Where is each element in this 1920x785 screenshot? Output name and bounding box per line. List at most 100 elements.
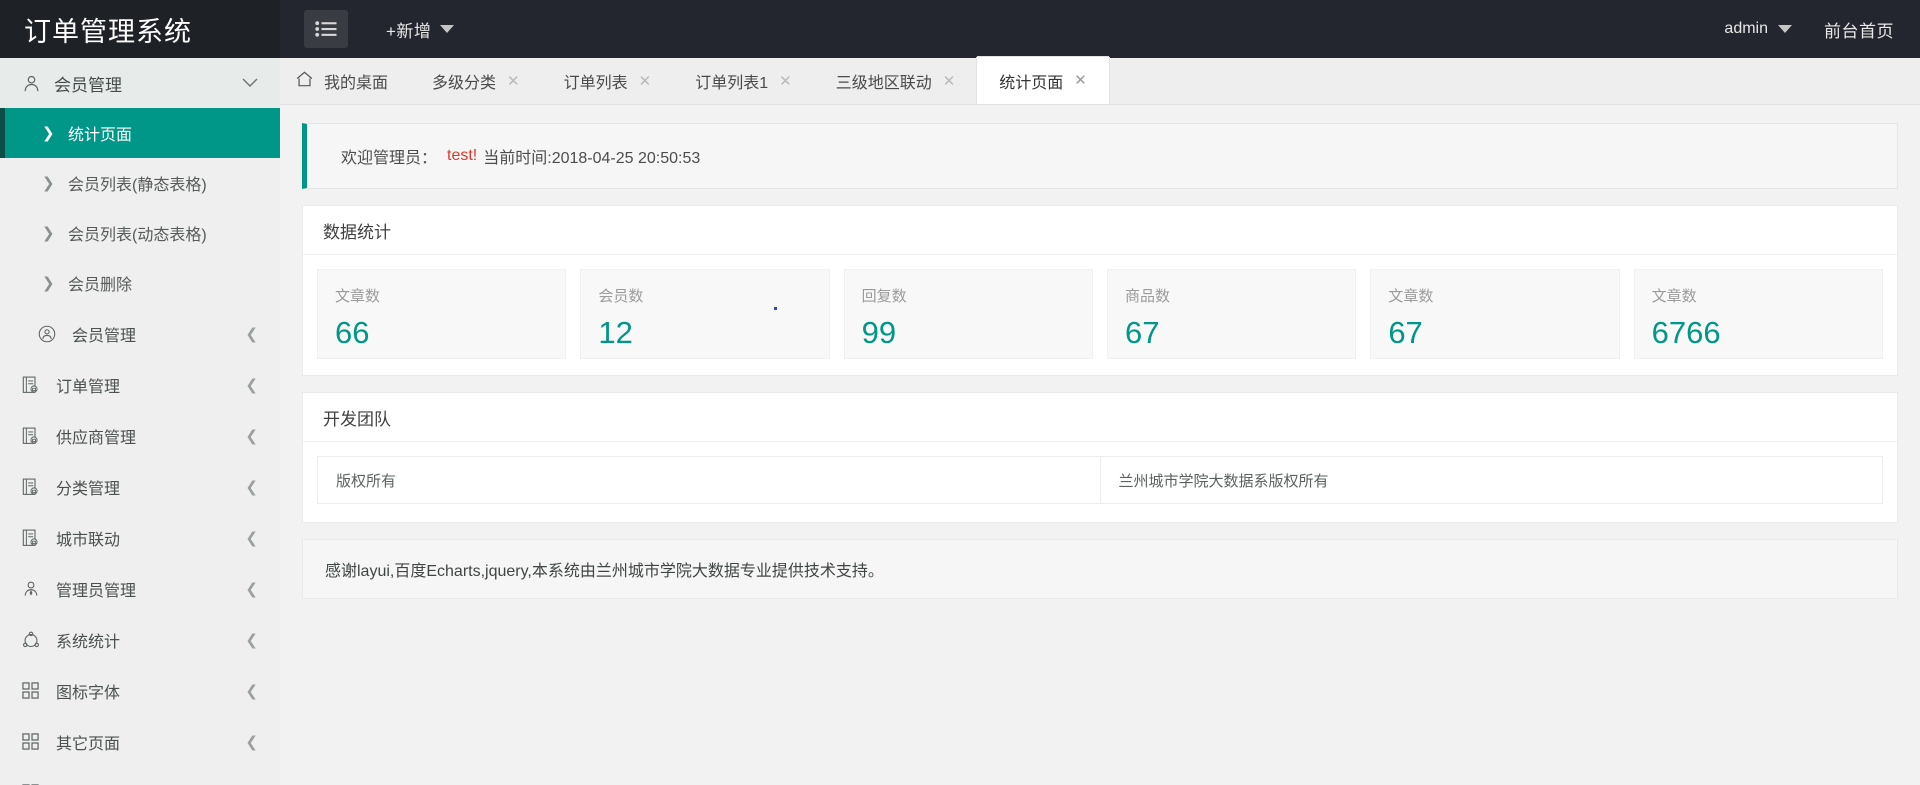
user-name-label: admin (1724, 20, 1768, 37)
footer-note: 感谢layui,百度Echarts,jquery,本系统由兰州城市学院大数据专业… (302, 539, 1898, 599)
tab-multilevel-category[interactable]: 多级分类 ✕ (410, 58, 542, 104)
tab-label: 订单列表 (563, 75, 628, 92)
stat-card-label: 回复数 (861, 288, 907, 305)
user-tie-icon (22, 580, 56, 598)
close-icon[interactable]: ✕ (779, 73, 792, 89)
close-icon[interactable]: ✕ (943, 73, 956, 89)
main-content: 欢迎管理员： test! 当前时间:2018-04-25 20:50:53 数据… (280, 105, 1920, 785)
sidebar-item-label: 会员列表(静态表格) (68, 177, 207, 194)
file-lock-icon (22, 376, 56, 394)
sidebar-item-label: 分类管理 (56, 480, 121, 498)
stat-card-product-count[interactable]: 商品数 67 (1106, 269, 1357, 359)
tab-my-desktop[interactable]: 我的桌面 (280, 58, 410, 104)
chevron-left-icon: ❮ (245, 478, 258, 496)
welcome-time: 当前时间:2018-04-25 20:50:53 (483, 150, 701, 167)
menu-toggle-button[interactable] (304, 10, 348, 48)
front-page-link[interactable]: 前台首页 (1814, 0, 1920, 58)
stat-card-reply-count[interactable]: 回复数 99 (843, 269, 1093, 359)
chevron-down-icon (440, 25, 455, 33)
home-icon (296, 71, 313, 92)
sidebar-item-member-list-static[interactable]: ❯ 会员列表(静态表格) (0, 158, 280, 208)
sidebar-item-city-linkage[interactable]: 城市联动 ❮ (0, 512, 280, 563)
close-icon[interactable]: ✕ (507, 73, 520, 89)
sidebar-item-label: 会员管理 (72, 327, 137, 345)
chevron-left-icon: ❮ (245, 733, 258, 751)
tab-order-list-1[interactable]: 订单列表1 ✕ (673, 58, 813, 104)
sidebar-item-label: 其它页面 (56, 735, 121, 753)
sidebar-item-supplier-management[interactable]: 供应商管理 ❮ (0, 410, 280, 461)
sidebar-item-label: 统计页面 (68, 127, 133, 144)
welcome-username: test! (447, 147, 478, 164)
tab-label: 多级分类 (432, 75, 497, 92)
sidebar-item-admin-management[interactable]: 管理员管理 ❮ (0, 563, 280, 614)
sidebar-item-member-list-dynamic[interactable]: ❯ 会员列表(动态表格) (0, 208, 280, 258)
stats-panel-title: 数据统计 (303, 206, 1897, 255)
table-cell-key: 版权所有 (317, 456, 1101, 504)
tab-statistics-page[interactable]: 统计页面 ✕ (977, 57, 1109, 104)
sidebar-item-label: 图标字体 (56, 684, 121, 702)
chart-pie-icon (22, 631, 56, 649)
chevron-right-icon: ❯ (42, 275, 55, 292)
stat-card-article-count-2[interactable]: 文章数 67 (1370, 269, 1620, 359)
stat-card-label: 文章数 (1651, 288, 1697, 305)
stat-card-article-count[interactable]: 文章数 66 (317, 269, 567, 359)
tab-label: 订单列表1 (695, 75, 769, 92)
sidebar-group-label: 会员管理 (54, 75, 122, 95)
sidebar: 会员管理 ❯ 统计页面 ❯ 会员列表(静态表格) ❯ 会员列表(动态表格) ❯ … (0, 58, 280, 785)
grid-icon (22, 682, 56, 699)
add-new-label: +新增 (386, 21, 432, 41)
stat-card-label: 文章数 (335, 288, 381, 305)
stat-card-value: 99 (861, 315, 897, 350)
user-menu[interactable]: admin (1702, 0, 1814, 58)
team-panel: 开发团队 版权所有 兰州城市学院大数据系版权所有 (302, 392, 1898, 523)
stat-card-value: 66 (335, 315, 370, 350)
sidebar-item-category-management[interactable]: 分类管理 ❮ (0, 461, 280, 512)
sidebar-item-system-statistics[interactable]: 系统统计 ❮ (0, 614, 280, 665)
sidebar-item-member-management[interactable]: 会员管理 ❮ (0, 308, 280, 359)
sidebar-group-member-management[interactable]: 会员管理 (0, 58, 280, 108)
sidebar-item-label: 管理员管理 (56, 582, 137, 600)
file-lock-icon (22, 427, 56, 445)
user-icon (22, 74, 54, 93)
tab-bar: 我的桌面 多级分类 ✕ 订单列表 ✕ 订单列表1 ✕ 三级地区联动 ✕ 统计页面… (280, 57, 1920, 105)
stat-card-label: 商品数 (1124, 288, 1170, 305)
close-icon[interactable]: ✕ (639, 73, 652, 89)
chevron-left-icon: ❮ (245, 529, 258, 547)
tab-three-level-region[interactable]: 三级地区联动 ✕ (814, 58, 978, 104)
tab-label: 三级地区联动 (835, 75, 932, 92)
chevron-right-icon: ❯ (42, 225, 55, 242)
stat-card-value: 12 (598, 315, 633, 350)
stat-card-value: 67 (1124, 315, 1160, 350)
sidebar-item-label: 城市联动 (56, 531, 121, 549)
file-lock-icon (22, 478, 56, 496)
sidebar-item-other-pages[interactable]: 其它页面 ❮ (0, 716, 280, 767)
stat-card-article-count-3[interactable]: 文章数 6766 (1633, 269, 1883, 359)
chevron-down-icon (242, 73, 258, 93)
team-table: 版权所有 兰州城市学院大数据系版权所有 (317, 456, 1883, 504)
sidebar-item-label: 系统统计 (56, 633, 121, 651)
user-circle-icon (38, 325, 72, 343)
tab-order-list[interactable]: 订单列表 ✕ (542, 58, 674, 104)
team-table-wrapper: 版权所有 兰州城市学院大数据系版权所有 (303, 442, 1897, 522)
sidebar-item-icon-fonts[interactable]: 图标字体 ❮ (0, 665, 280, 716)
stat-card-member-count[interactable]: 会员数 12 (580, 269, 830, 359)
tab-label: 我的桌面 (324, 75, 389, 92)
tab-label: 统计页面 (999, 74, 1064, 92)
stat-card-label: 文章数 (1388, 288, 1434, 305)
chevron-left-icon: ❮ (245, 631, 258, 649)
app-logo: 订单管理系统 (0, 0, 280, 58)
stats-panel: 数据统计 文章数 66 会员数 12 回复数 99 商品数 67 文章数 67 (302, 205, 1898, 376)
table-row: 版权所有 兰州城市学院大数据系版权所有 (317, 456, 1883, 504)
stats-card-list: 文章数 66 会员数 12 回复数 99 商品数 67 文章数 67 文章数 6… (303, 255, 1897, 375)
chevron-left-icon: ❮ (245, 325, 258, 343)
add-new-dropdown[interactable]: +新增 (386, 17, 455, 42)
sidebar-item-member-delete[interactable]: ❯ 会员删除 (0, 258, 280, 308)
sidebar-item-order-management[interactable]: 订单管理 ❮ (0, 359, 280, 410)
sidebar-item-layui-components[interactable]: layui第三方组件 ❮ (0, 767, 280, 785)
sidebar-item-label: 会员删除 (68, 277, 133, 294)
close-icon[interactable]: ✕ (1074, 73, 1087, 88)
top-header: 订单管理系统 +新增 admin 前台首页 (0, 0, 1920, 58)
stat-card-label: 会员数 (598, 288, 644, 305)
grid-icon (22, 733, 56, 750)
sidebar-item-statistics-page[interactable]: ❯ 统计页面 (0, 108, 280, 158)
